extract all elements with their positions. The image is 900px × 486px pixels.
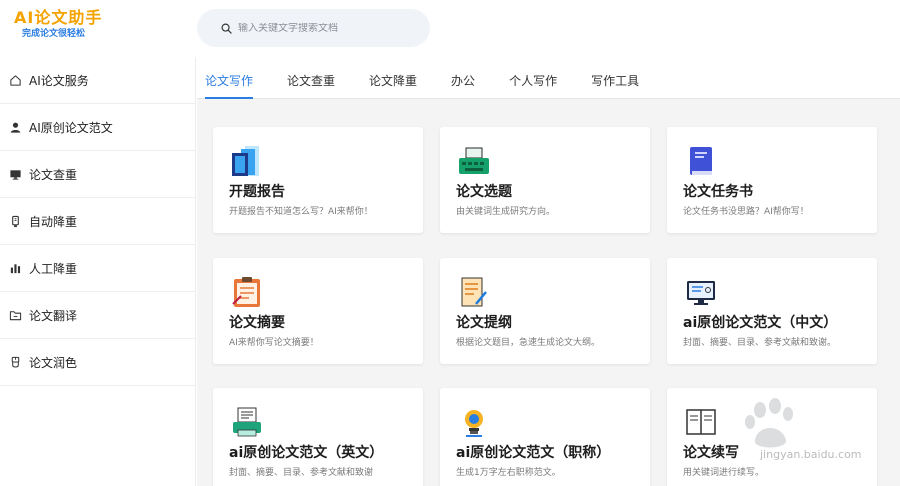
card-title: ai原创论文范文（职称） (456, 445, 611, 461)
search-icon (221, 19, 232, 38)
header: AI论文助手 完成论文很轻松 (0, 0, 900, 56)
search-input[interactable] (238, 22, 418, 34)
brush-icon (8, 355, 22, 369)
tab-personal-writing[interactable]: 个人写作 (509, 72, 557, 98)
tab-paper-writing[interactable]: 论文写作 (205, 72, 254, 99)
card-desc: 由关键词生成研究方向。 (456, 207, 556, 217)
sidebar-item-manual-rewrite[interactable]: 人工降重 (0, 245, 195, 292)
sidebar-item-label: 论文翻译 (29, 308, 78, 323)
card-title: 论文任务书 (683, 184, 753, 200)
card-original-paper-professional[interactable]: ai原创论文范文（职称） 生成1万字左右职称范文。 (440, 388, 650, 486)
sidebar-item-label: 人工降重 (29, 261, 78, 276)
card-desc: 根据论文题目，急速生成论文大纲。 (456, 338, 601, 348)
card-topic-selection[interactable]: 论文选题 由关键词生成研究方向。 (440, 127, 650, 233)
sidebar-item-plagiarism-check[interactable]: 论文查重 (0, 151, 195, 198)
tab-office[interactable]: 办公 (451, 72, 475, 98)
card-desc: 封面、摘要、目录、参考文献和致谢 (229, 468, 374, 478)
card-title: 论文提纲 (456, 315, 512, 331)
card-title: 开题报告 (229, 184, 285, 200)
sidebar-item-original-papers[interactable]: AI原创论文范文 (0, 104, 195, 151)
sidebar-item-ai-service[interactable]: AI论文服务 (0, 57, 195, 104)
card-desc: AI来帮你写论文摘要！ (229, 338, 319, 348)
card-desc: 开题报告不知道怎么写？AI来帮你！ (229, 207, 373, 217)
watermark-text: jingyan.baidu.com (760, 448, 862, 461)
card-desc: 用关键词进行续写。 (683, 468, 765, 478)
monitor-icon (8, 167, 22, 181)
report-icon (229, 143, 265, 179)
typewriter-icon (456, 143, 492, 179)
card-opening-report[interactable]: 开题报告 开题报告不知道怎么写？AI来帮你！ (213, 127, 423, 233)
user-icon (8, 120, 22, 134)
card-task-book[interactable]: 论文任务书 论文任务书没思路？AI帮你写！ (667, 127, 877, 233)
card-abstract[interactable]: 论文摘要 AI来帮你写论文摘要！ (213, 258, 423, 364)
home-icon (8, 73, 22, 87)
logo-title: AI论文助手 (14, 8, 103, 27)
card-title: ai原创论文范文（中文） (683, 315, 838, 331)
tab-rewrite[interactable]: 论文降重 (369, 72, 417, 98)
card-desc: 论文任务书没思路？AI帮你写！ (683, 207, 809, 217)
bar-chart-icon (8, 261, 22, 275)
sidebar-item-translation[interactable]: 论文翻译 (0, 292, 195, 339)
card-title: ai原创论文范文（英文） (229, 445, 384, 461)
sidebar-item-polishing[interactable]: 论文润色 (0, 339, 195, 386)
sidebar-item-auto-rewrite[interactable]: 自动降重 (0, 198, 195, 245)
sidebar-item-label: AI论文服务 (29, 73, 89, 88)
card-title: 论文选题 (456, 184, 512, 200)
card-original-paper-chinese[interactable]: ai原创论文范文（中文） 封面、摘要、目录、参考文献和致谢。 (667, 258, 877, 364)
book-icon (683, 143, 719, 179)
bulb-icon (456, 404, 492, 440)
logo[interactable]: AI论文助手 完成论文很轻松 (14, 8, 124, 40)
sidebar-item-label: 自动降重 (29, 214, 78, 229)
card-outline[interactable]: 论文提纲 根据论文题目，急速生成论文大纲。 (440, 258, 650, 364)
search-box[interactable] (197, 9, 430, 47)
screen-icon (683, 274, 719, 310)
sidebar: AI论文服务 AI原创论文范文 论文查重 自动降重 人工降重 论文翻译 论文润色 (0, 57, 196, 486)
logo-subtitle: 完成论文很轻松 (22, 29, 86, 39)
outline-icon (456, 274, 492, 310)
card-title: 论文摘要 (229, 315, 285, 331)
tab-plagiarism-check[interactable]: 论文查重 (287, 72, 335, 98)
sidebar-item-label: AI原创论文范文 (29, 120, 113, 135)
sidebar-item-label: 论文查重 (29, 167, 78, 182)
tab-writing-tools[interactable]: 写作工具 (591, 72, 639, 98)
sidebar-item-label: 论文润色 (29, 355, 78, 370)
card-desc: 生成1万字左右职称范文。 (456, 468, 561, 478)
printer-icon (229, 404, 265, 440)
card-original-paper-english[interactable]: ai原创论文范文（英文） 封面、摘要、目录、参考文献和致谢 (213, 388, 423, 486)
folder-icon (8, 308, 22, 322)
clipboard-icon (229, 274, 265, 310)
device-icon (8, 214, 22, 228)
card-desc: 封面、摘要、目录、参考文献和致谢。 (683, 338, 837, 348)
category-tabs: 论文写作 论文查重 论文降重 办公 个人写作 写作工具 (197, 57, 900, 99)
